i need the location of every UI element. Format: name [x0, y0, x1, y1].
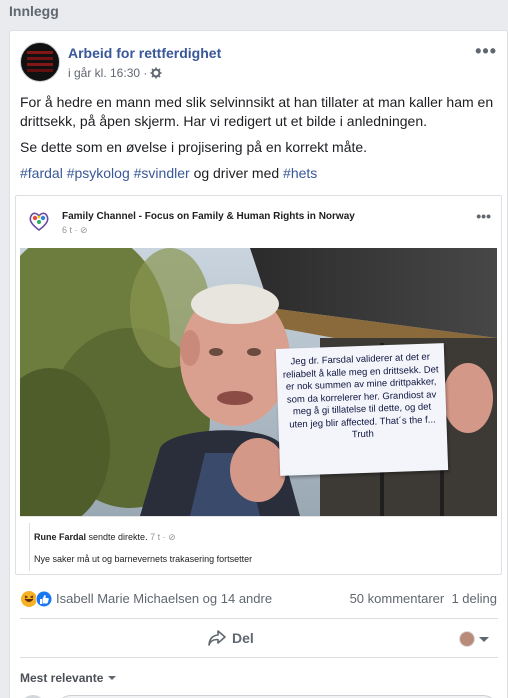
divider-top [20, 618, 498, 619]
origin-time: 7 t · ⊘ [150, 532, 176, 542]
origin-action: sendte direkte. [88, 532, 148, 542]
shared-page-name[interactable]: Family Channel - Focus on Family & Human… [62, 211, 355, 222]
photo-sign-text: Jeg dr. Farsdal validerer at det er reli… [275, 343, 449, 476]
post-header: Arbeid for rettferdighet i går kl. 16:30… [20, 42, 497, 84]
section-label: Innlegg [9, 3, 59, 19]
hashtag-connector: og driver med [193, 165, 280, 181]
share-arrow-icon [208, 630, 226, 646]
shared-footer: Rune Fardal sendte direkte. 7 t · ⊘ Nye … [20, 516, 497, 572]
shared-post[interactable]: Family Channel - Focus on Family & Human… [15, 195, 502, 575]
share-button[interactable]: Del [208, 630, 254, 646]
post-card: Arbeid for rettferdighet i går kl. 16:30… [9, 30, 508, 698]
post-hashtags: #fardal #psykolog #svindler og driver me… [20, 164, 496, 183]
family-channel-logo [29, 212, 49, 232]
shared-origin: Rune Fardal sendte direkte. 7 t · ⊘ [34, 532, 176, 543]
post-options-icon[interactable]: ••• [475, 42, 497, 60]
comment-sort-label: Mest relevante [20, 671, 104, 685]
audience-selector[interactable] [459, 631, 489, 647]
comment-sort-dropdown[interactable]: Mest relevante [20, 671, 117, 685]
like-icon [35, 590, 53, 608]
post-paragraph-2: Se dette som en øvelse i projisering på … [20, 139, 368, 155]
origin-author[interactable]: Rune Fardal [34, 532, 86, 542]
post-meta: i går kl. 16:30 · [68, 66, 162, 80]
page-avatar[interactable] [20, 42, 60, 82]
sort-chevron-icon [108, 676, 117, 680]
post-paragraph-1: For å hedre en mann med slik selvinnsikt… [20, 94, 494, 129]
engagement-counts: 50 kommentarer 1 deling [350, 591, 497, 606]
share-count[interactable]: 1 deling [451, 591, 497, 606]
post-text: For å hedre en mann med slik selvinnsikt… [20, 93, 496, 190]
gear-icon[interactable] [150, 67, 162, 79]
chevron-down-icon [479, 636, 489, 642]
reactions-bar: Isabell Marie Michaelsen og 14 andre 50 … [10, 589, 508, 611]
haha-icon [21, 591, 37, 607]
hashtag-svindler[interactable]: #svindler [134, 165, 190, 181]
post-timestamp[interactable]: i går kl. 16:30 · [68, 66, 147, 80]
quote-bar [29, 523, 30, 571]
reaction-icons[interactable] [20, 590, 54, 608]
hashtag-psykolog[interactable]: #psykolog [67, 165, 130, 181]
hashtag-fardal[interactable]: #fardal [20, 165, 63, 181]
shared-photo[interactable]: Jeg dr. Farsdal validerer at det er reli… [20, 248, 497, 516]
profile-avatar [459, 631, 475, 647]
shared-post-time: 6 t · ⊘ [62, 225, 88, 235]
action-row: Del [10, 621, 508, 657]
hashtag-hets[interactable]: #hets [283, 165, 317, 181]
reaction-names[interactable]: Isabell Marie Michaelsen og 14 andre [56, 591, 272, 606]
origin-text: Nye saker må ut og barnevernets trakaser… [34, 554, 253, 564]
shared-options-icon[interactable]: ••• [476, 209, 491, 223]
divider-bottom [20, 657, 498, 658]
share-label: Del [232, 630, 254, 646]
comment-count[interactable]: 50 kommentarer [350, 591, 445, 606]
page-name-link[interactable]: Arbeid for rettferdighet [68, 45, 221, 61]
